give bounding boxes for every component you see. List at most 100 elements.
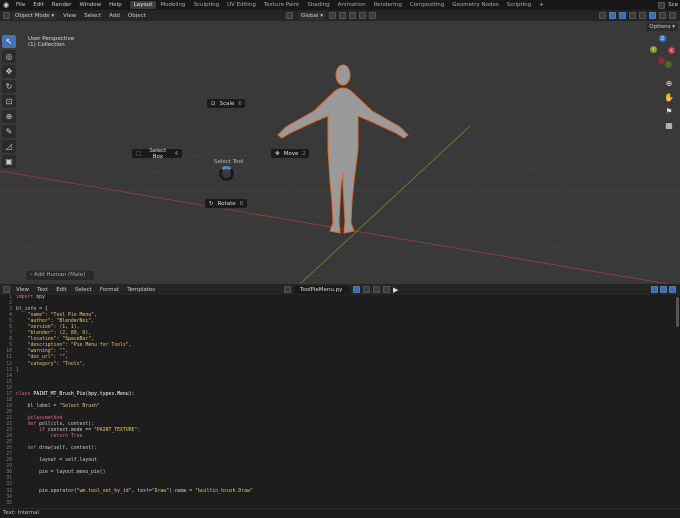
proportional-edit-icon[interactable] — [359, 12, 367, 19]
syntax-highlight-icon[interactable] — [669, 286, 676, 293]
workspace-tab-compositing[interactable]: Compositing — [406, 1, 448, 9]
viewport-menu-view[interactable]: View — [59, 13, 80, 19]
editor-type-icon[interactable] — [3, 12, 10, 19]
code-token: "name": "Tool Pie Menu", — [27, 313, 97, 319]
editor-menu-text[interactable]: Text — [33, 287, 52, 293]
workspace-tab-texture-paint[interactable]: Texture Paint — [260, 1, 304, 9]
cursor-tool-button[interactable]: ◎ — [2, 50, 16, 63]
add-workspace-button[interactable]: + — [535, 2, 548, 8]
workspace-tab-rendering[interactable]: Rendering — [370, 1, 406, 9]
select-tool-button[interactable]: ↖ — [2, 35, 16, 48]
solid-shading-icon[interactable] — [649, 12, 656, 19]
snap-icon[interactable] — [339, 12, 347, 19]
3d-viewport[interactable]: ↖ ◎ ✥ ↻ ⊡ ⊕ ✎ ◿ ▣ User Perspective (1) C… — [0, 21, 680, 284]
editor-type-icon[interactable] — [3, 286, 10, 293]
viewport-menu-add[interactable]: Add — [105, 13, 124, 19]
select-box-icon: ⬚ — [136, 150, 142, 157]
material-shading-icon[interactable] — [659, 12, 666, 19]
transform-orientation-dropdown[interactable]: Global ▾ — [298, 11, 327, 20]
navigation-gizmo[interactable]: Z X Y — [646, 35, 676, 73]
menu-file[interactable]: File — [12, 2, 29, 8]
scene-icon[interactable] — [658, 1, 666, 9]
workspace-tab-shading[interactable]: Shading — [303, 1, 333, 9]
word-wrap-icon[interactable] — [660, 286, 667, 293]
neg-y-gizmo[interactable] — [665, 61, 672, 68]
pie-scale-button[interactable]: ⊡ Scale 6 — [206, 98, 246, 109]
rotate-tool-button[interactable]: ↻ — [2, 80, 16, 93]
text-filename-field[interactable]: ToolPieMenu.py — [294, 285, 350, 294]
code-line[interactable] — [16, 501, 672, 507]
pan-hand-icon[interactable]: ✋ — [664, 93, 674, 103]
code-token: "category": "Tools", — [27, 361, 86, 367]
open-text-icon[interactable] — [373, 286, 380, 293]
mode-dropdown[interactable]: Object Mode ▾ — [12, 11, 58, 20]
text-datablock-icon[interactable] — [284, 286, 291, 293]
code-token: "description": "Pie Menu for Tools", — [27, 343, 132, 349]
falloff-icon[interactable] — [369, 12, 377, 19]
code-area[interactable]: import bpy bl_info = { "name": "Tool Pie … — [16, 295, 672, 507]
wireframe-shading-icon[interactable] — [639, 12, 646, 19]
zoom-icon[interactable]: ⊕ — [664, 79, 674, 89]
neg-x-gizmo[interactable] — [658, 57, 665, 64]
code-token: "wm.tool_set_by_id" — [76, 488, 132, 494]
add-cube-tool-button[interactable]: ▣ — [2, 155, 16, 168]
viewport-menu-select[interactable]: Select — [80, 13, 105, 19]
y-axis-gizmo[interactable]: Y — [650, 46, 657, 53]
menu-help[interactable]: Help — [105, 2, 126, 8]
workspace-tab-geometry-nodes[interactable]: Geometry Nodes — [448, 1, 502, 9]
blender-logo-icon[interactable]: ◉ — [0, 1, 12, 9]
move-tool-button[interactable]: ✥ — [2, 65, 16, 78]
transform-tool-button[interactable]: ⊕ — [2, 110, 16, 123]
gizmo-toggle-icon[interactable] — [609, 12, 616, 19]
pie-move-button[interactable]: ✥ Move 2 — [270, 148, 310, 159]
menu-window[interactable]: Window — [75, 2, 105, 8]
ortho-grid-icon[interactable]: ▦ — [664, 121, 674, 131]
annotate-tool-button[interactable]: ✎ — [2, 125, 16, 138]
pie-rotate-button[interactable]: ↻ Rotate 8 — [204, 198, 248, 209]
z-axis-gizmo[interactable]: Z — [659, 35, 666, 42]
fake-user-icon[interactable] — [353, 286, 360, 293]
editor-menu-edit[interactable]: Edit — [52, 287, 71, 293]
pie-select-box-button[interactable]: ⬚ Select Box 4 — [131, 148, 183, 160]
new-text-icon[interactable] — [363, 286, 370, 293]
scrollbar[interactable] — [676, 297, 679, 327]
workspace-tab-sculpting[interactable]: Sculpting — [189, 1, 223, 9]
unlink-text-icon[interactable] — [383, 286, 390, 293]
x-axis-gizmo[interactable]: X — [668, 47, 675, 54]
viewport-menu-object[interactable]: Object — [124, 13, 150, 19]
visibility-icon[interactable] — [599, 12, 606, 19]
scale-tool-button[interactable]: ⊡ — [2, 95, 16, 108]
workspace-tab-modeling[interactable]: Modeling — [156, 1, 189, 9]
line-numbers-icon[interactable] — [651, 286, 658, 293]
workspace-tab-animation[interactable]: Animation — [334, 1, 370, 9]
code-token: def — [27, 421, 37, 427]
human-mesh[interactable] — [0, 21, 680, 284]
pivot-icon[interactable] — [329, 12, 337, 19]
overlay-toggle-icon[interactable] — [619, 12, 626, 19]
editor-menu-templates[interactable]: Templates — [123, 287, 159, 293]
code-token: "Draw" — [151, 488, 170, 494]
code-token: bl_label = — [16, 403, 60, 409]
workspace-tab-uv-editing[interactable]: UV Editing — [223, 1, 260, 9]
menu-edit[interactable]: Edit — [29, 2, 48, 8]
rendered-shading-icon[interactable] — [669, 12, 676, 19]
editor-menu-view[interactable]: View — [12, 287, 33, 293]
workspace-tab-layout[interactable]: Layout — [129, 1, 157, 9]
text-editor[interactable]: 1 2 3 4 5 6 7 8 9 10 11 12 13 14 15 16 17 18 19 20 21 22 23 24 2… — [0, 295, 680, 508]
camera-view-icon[interactable]: ⚑ — [664, 107, 674, 117]
code-token: "author": "BlenderNoi", — [27, 319, 94, 325]
xray-icon[interactable] — [629, 12, 636, 19]
measure-tool-button[interactable]: ◿ — [2, 140, 16, 153]
snap-target-icon[interactable] — [349, 12, 357, 19]
menu-render[interactable]: Render — [48, 2, 76, 8]
last-operator-panel[interactable]: › Add Human (Male) — [26, 271, 94, 280]
editor-menu-select[interactable]: Select — [71, 287, 96, 293]
scene-name[interactable]: Sce — [668, 2, 678, 8]
run-script-icon[interactable]: ▶ — [393, 286, 398, 294]
workspace-tab-scripting[interactable]: Scripting — [503, 1, 535, 9]
options-dropdown[interactable]: Options ▾ — [646, 23, 678, 31]
editor-menu-format[interactable]: Format — [96, 287, 123, 293]
